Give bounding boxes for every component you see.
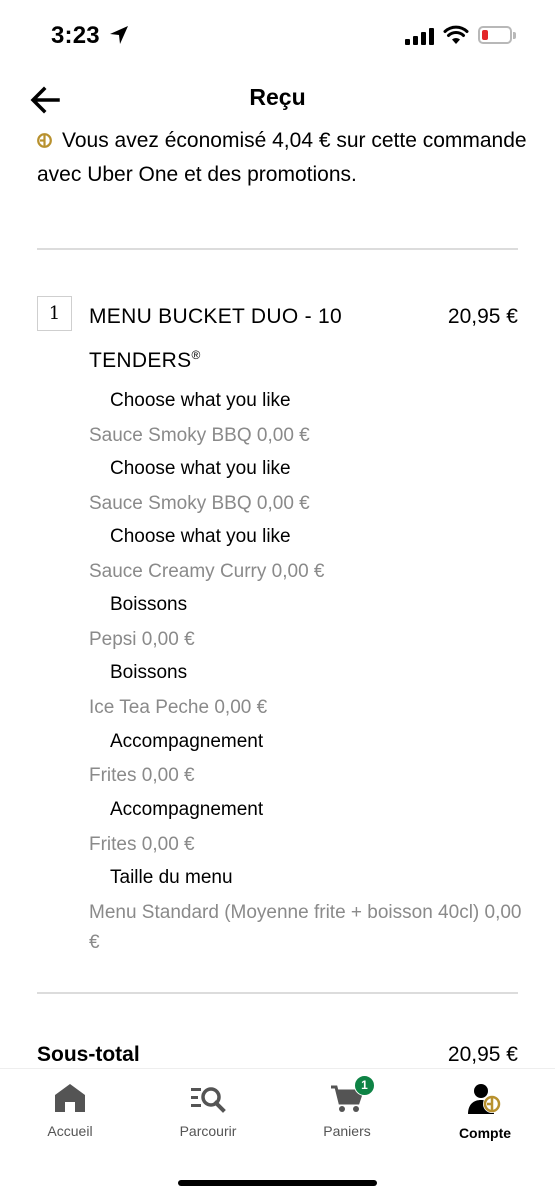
option-value: Sauce Smoky BBQ 0,00 € (89, 425, 310, 446)
option-group-label: Boissons (110, 594, 188, 615)
item-quantity: 1 (37, 296, 72, 331)
tab-label: Accueil (47, 1123, 93, 1139)
tab-label: Compte (458, 1125, 512, 1141)
tab-label: Parcourir (179, 1123, 237, 1139)
option-value: Frites 0,00 € (89, 834, 195, 855)
trademark-symbol: ® (191, 348, 201, 362)
option-value: Menu Standard (Moyenne frite + boisson 4… (89, 902, 522, 953)
account-icon (468, 1084, 501, 1114)
battery-cap (513, 32, 516, 39)
tab-label: Paniers (323, 1123, 371, 1139)
savings-text: Vous avez économisé 4,04 € sur cette com… (37, 129, 527, 186)
status-bar: 3:23 (0, 0, 555, 72)
divider (37, 248, 518, 250)
item-name: MENU BUCKET DUO - 10 TENDERS® (89, 298, 389, 380)
wifi-icon (443, 25, 469, 44)
divider (37, 992, 518, 994)
option-group-label: Choose what you like (110, 458, 291, 479)
option-group-label: Accompagnement (110, 731, 264, 752)
option-group-label: Accompagnement (110, 799, 264, 820)
battery-icon (478, 26, 512, 44)
home-icon (55, 1084, 85, 1112)
item-price: 20,95 € (447, 305, 518, 328)
item-name-text: MENU BUCKET DUO - 10 TENDERS (89, 305, 342, 372)
status-time: 3:23 (51, 22, 100, 49)
cart-badge: 1 (354, 1075, 375, 1096)
cellular-signal-icon (405, 27, 434, 45)
option-group-label: Boissons (110, 662, 188, 683)
tab-parcourir[interactable]: Parcourir (153, 1083, 263, 1139)
option-group-label: Choose what you like (110, 390, 291, 411)
location-arrow-icon (110, 26, 128, 44)
savings-message: Vous avez économisé 4,04 € sur cette com… (37, 124, 527, 192)
option-group-label: Choose what you like (110, 526, 291, 547)
tab-accueil[interactable]: Accueil (15, 1083, 125, 1139)
option-value: Sauce Smoky BBQ 0,00 € (89, 493, 310, 514)
subtotal-label: Sous-total (37, 1043, 140, 1066)
option-group-label: Taille du menu (110, 867, 233, 888)
home-indicator (178, 1180, 377, 1186)
option-value: Pepsi 0,00 € (89, 629, 195, 650)
tab-paniers[interactable]: 1 Paniers (292, 1075, 402, 1139)
option-value: Frites 0,00 € (89, 765, 195, 786)
browse-icon (191, 1087, 226, 1113)
subtotal-value: 20,95 € (447, 1043, 518, 1066)
uber-one-icon (37, 133, 52, 148)
option-value: Ice Tea Peche 0,00 € (89, 697, 268, 718)
tab-compte[interactable]: Compte (430, 1083, 540, 1141)
page-title: Reçu (249, 84, 306, 110)
option-value: Sauce Creamy Curry 0,00 € (89, 561, 325, 582)
